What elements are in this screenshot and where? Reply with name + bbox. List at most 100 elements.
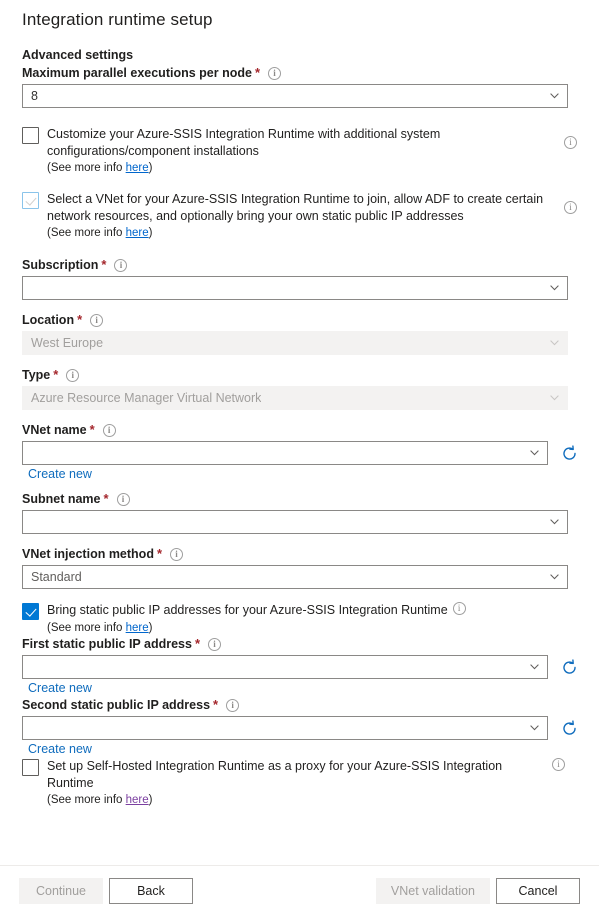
chevron-down-icon [530, 450, 539, 456]
location-label-row: Location * i [22, 312, 583, 328]
required-asterisk: * [53, 367, 59, 382]
see-more-suffix: ) [148, 162, 153, 174]
customize-checkbox-label: Customize your Azure-SSIS Integration Ru… [47, 127, 441, 158]
required-asterisk: * [103, 491, 109, 506]
cancel-button[interactable]: Cancel [496, 877, 580, 904]
max-parallel-label: Maximum parallel executions per node [22, 66, 252, 80]
vnet-name-create-new-link[interactable]: Create new [28, 465, 92, 483]
subnet-name-select[interactable] [22, 510, 568, 534]
chevron-down-icon [550, 340, 559, 346]
info-icon[interactable]: i [552, 758, 565, 771]
see-more-link[interactable]: here [126, 227, 149, 239]
vnet-injection-label-row: VNet injection method * i [22, 546, 583, 562]
see-more-link[interactable]: here [126, 794, 149, 806]
vnet-name-label-row: VNet name * i [22, 422, 583, 438]
max-parallel-label-row: Maximum parallel executions per node * i [22, 65, 583, 81]
required-asterisk: * [156, 546, 163, 561]
max-parallel-input[interactable]: 8 [22, 84, 568, 108]
dialog-content: Integration runtime setup Advanced setti… [0, 0, 599, 865]
info-icon[interactable]: i [116, 492, 130, 506]
subscription-label-row: Subscription * i [22, 257, 583, 273]
refresh-icon[interactable] [556, 716, 583, 740]
info-icon[interactable]: i [170, 547, 184, 561]
first-static-ip-create-new-link[interactable]: Create new [28, 679, 92, 697]
info-icon[interactable]: i [564, 136, 577, 149]
required-asterisk: * [77, 312, 83, 327]
integration-runtime-setup-dialog: Integration runtime setup Advanced setti… [0, 0, 599, 915]
max-parallel-field: Maximum parallel executions per node * i… [22, 65, 583, 108]
bring-static-ip-checkbox-row[interactable]: Bring static public IP addresses for you… [22, 602, 583, 620]
see-more-link[interactable]: here [126, 162, 149, 174]
advanced-settings-heading: Advanced settings [22, 48, 134, 62]
type-field: Type * i Azure Resource Manager Virtual … [22, 367, 583, 410]
first-static-ip-label-row: First static public IP address * i [22, 636, 583, 652]
self-hosted-proxy-label: Set up Self-Hosted Integration Runtime a… [47, 759, 503, 790]
chevron-down-icon [550, 395, 559, 401]
info-icon[interactable]: i [208, 637, 222, 651]
type-label-row: Type * i [22, 367, 583, 383]
refresh-icon[interactable] [556, 655, 583, 679]
required-asterisk: * [194, 636, 201, 651]
customize-checkbox[interactable] [22, 127, 39, 144]
see-more-link[interactable]: here [126, 622, 149, 634]
subnet-name-label: Subnet name [22, 492, 101, 506]
continue-button[interactable]: Continue [19, 877, 103, 904]
info-icon[interactable]: i [90, 313, 104, 327]
vnet-name-field: VNet name * i Create new [22, 422, 583, 483]
chevron-down-icon [530, 664, 539, 670]
self-hosted-proxy-checkbox-row[interactable]: Set up Self-Hosted Integration Runtime a… [22, 758, 583, 792]
see-more-suffix: ) [148, 622, 153, 634]
bring-static-ip-see-more: (See more info here) [47, 620, 583, 636]
info-icon[interactable]: i [452, 602, 466, 615]
back-button[interactable]: Back [109, 877, 193, 904]
vnet-name-label: VNet name [22, 423, 87, 437]
info-icon[interactable]: i [66, 368, 80, 382]
subnet-name-label-row: Subnet name * i [22, 491, 583, 507]
customize-checkbox-row[interactable]: Customize your Azure-SSIS Integration Ru… [22, 126, 583, 160]
first-static-ip-label: First static public IP address [22, 637, 192, 651]
type-select: Azure Resource Manager Virtual Network [22, 386, 568, 410]
required-asterisk: * [89, 422, 95, 437]
second-static-ip-field: Second static public IP address * i Crea… [22, 697, 583, 758]
location-select: West Europe [22, 331, 568, 355]
required-asterisk: * [213, 697, 219, 712]
dialog-footer: Continue Back VNet validation Cancel [0, 865, 599, 915]
info-icon[interactable]: i [268, 66, 281, 80]
page-title: Integration runtime setup [22, 10, 213, 29]
vnet-injection-method-field: VNet injection method * i Standard [22, 546, 583, 589]
vnet-injection-label: VNet injection method [22, 547, 154, 561]
select-vnet-checkbox-label: Select a VNet for your Azure-SSIS Integr… [47, 192, 544, 223]
chevron-down-icon [550, 519, 559, 525]
location-field: Location * i West Europe [22, 312, 583, 355]
chevron-down-icon [550, 93, 559, 99]
info-icon[interactable]: i [114, 258, 128, 272]
info-icon[interactable]: i [226, 698, 240, 712]
select-vnet-checkbox-row[interactable]: Select a VNet for your Azure-SSIS Integr… [22, 191, 583, 225]
see-more-prefix: (See more info [47, 794, 126, 806]
self-hosted-proxy-checkbox[interactable] [22, 759, 39, 776]
vnet-name-select[interactable] [22, 441, 549, 465]
second-static-ip-label: Second static public IP address [22, 698, 211, 712]
see-more-prefix: (See more info [47, 622, 126, 634]
vnet-injection-select[interactable]: Standard [22, 565, 568, 589]
vnet-validation-button[interactable]: VNet validation [375, 877, 490, 904]
second-static-ip-row [22, 716, 583, 740]
subscription-select[interactable] [22, 276, 568, 300]
required-asterisk: * [101, 257, 107, 272]
subnet-name-field: Subnet name * i [22, 491, 583, 534]
first-static-ip-select[interactable] [22, 655, 549, 679]
vnet-injection-value: Standard [31, 570, 82, 584]
bring-static-ip-checkbox[interactable] [22, 603, 39, 620]
bring-static-ip-label: Bring static public IP addresses for you… [47, 603, 448, 617]
type-label: Type [22, 368, 51, 382]
second-static-ip-select[interactable] [22, 716, 549, 740]
subscription-field: Subscription * i [22, 257, 583, 300]
see-more-prefix: (See more info [47, 162, 126, 174]
info-icon[interactable]: i [564, 201, 577, 214]
refresh-icon[interactable] [556, 441, 583, 465]
second-static-ip-create-new-link[interactable]: Create new [28, 740, 92, 758]
select-vnet-checkbox[interactable] [22, 192, 39, 209]
self-hosted-proxy-see-more: (See more info here) [47, 792, 583, 808]
info-icon[interactable]: i [102, 423, 116, 437]
vnet-name-row [22, 441, 583, 465]
